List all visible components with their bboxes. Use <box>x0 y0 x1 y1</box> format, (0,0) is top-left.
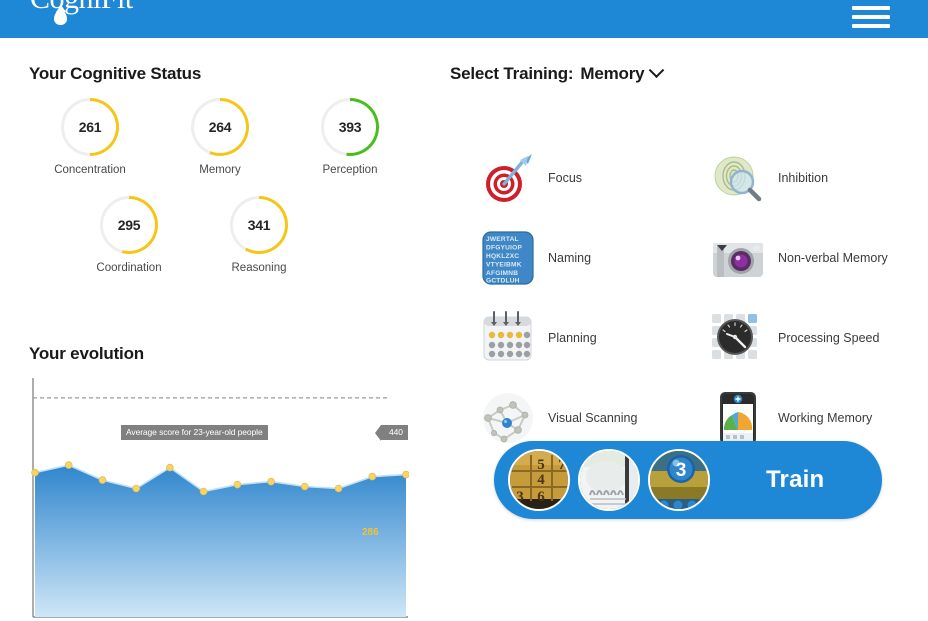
training-item-focus[interactable]: Focus <box>480 138 698 218</box>
hamburger-bar <box>852 15 890 19</box>
selected-training-value: Memory <box>580 64 645 83</box>
right-column: Select Training: Memory Focus Inhibition… <box>440 38 928 621</box>
evolution-chart: Average score for 23-year-old people 440 <box>29 374 409 621</box>
smartphone-chart-icon <box>710 390 766 446</box>
select-training-label: Select Training: <box>450 64 574 83</box>
svg-text:4: 4 <box>537 472 545 488</box>
gauge-label: Perception <box>322 164 378 176</box>
gauge-value: 261 <box>78 119 102 135</box>
average-score-label: Average score for 23-year-old people <box>121 425 268 440</box>
chart-data-point <box>402 470 409 479</box>
left-column: Your Cognitive Status 261 Concentration … <box>0 38 440 621</box>
hamburger-bar <box>852 6 890 10</box>
svg-text:7: 7 <box>558 457 566 473</box>
gauge-reasoning[interactable]: 341 Reasoning <box>211 195 307 276</box>
page-title-evolution: Your evolution <box>29 344 144 363</box>
gauge-ring: 295 <box>100 195 158 254</box>
speedometer-icon <box>710 310 766 366</box>
training-item-label: Naming <box>548 250 592 265</box>
chart-data-point <box>199 487 208 496</box>
svg-text:5: 5 <box>537 457 545 473</box>
magnifier-fingerprint-icon <box>710 150 766 206</box>
chart-data-point <box>300 482 309 491</box>
gauge-row-1: 261 Concentration 264 Memory 393 Percept… <box>0 98 440 178</box>
gauge-value: 341 <box>247 216 271 233</box>
training-item-naming[interactable]: JWERTAL DFGYUIOP HQKLZXC VTYEIBMK AFGIMN… <box>480 218 698 298</box>
gauge-ring: 261 <box>61 98 119 156</box>
training-item-label: Inhibition <box>778 170 829 185</box>
last-score-label: 286 <box>362 527 379 538</box>
training-item-label: Focus <box>548 170 583 185</box>
training-item-label: Processing Speed <box>778 330 880 345</box>
chart-data-point <box>233 480 242 489</box>
svg-text:JWERTAL: JWERTAL <box>486 236 519 243</box>
gauge-row-2: 295 Coordination 341 Reasoning <box>0 195 440 276</box>
spiral-notebook-game-thumbnail[interactable] <box>578 449 640 511</box>
chart-data-point <box>64 461 73 469</box>
gauge-value: 295 <box>117 216 141 233</box>
gauge-label: Concentration <box>54 164 126 176</box>
app-logo: CogniFit <box>30 0 133 16</box>
camera-icon <box>710 230 766 286</box>
gauge-concentration[interactable]: 261 Concentration <box>42 98 138 178</box>
hamburger-bar <box>852 24 890 28</box>
training-item-inhibition[interactable]: Inhibition <box>710 138 928 218</box>
logo-drop-icon <box>54 10 67 25</box>
training-grid: Focus Inhibition JWERTAL DFGYUIOP HQKLZX… <box>480 138 928 458</box>
svg-text:HQKLZXC: HQKLZXC <box>486 253 519 260</box>
training-item-label: Non-verbal Memory <box>778 250 888 265</box>
svg-text:AFGIMNB: AFGIMNB <box>486 270 518 277</box>
gauge-ring: 341 <box>230 195 288 254</box>
hamburger-menu-icon[interactable] <box>852 2 890 32</box>
wooden-number-grid-game-thumbnail[interactable]: 5 7 4 3 6 <box>508 449 570 511</box>
chart-data-point <box>368 472 377 481</box>
chart-data-point <box>98 476 107 484</box>
train-button[interactable]: 5 7 4 3 6 3 Train <box>494 441 882 519</box>
chart-data-point <box>334 484 343 493</box>
app-header: CogniFit <box>0 0 928 38</box>
training-item-label: Visual Scanning <box>548 410 638 425</box>
chart-data-point <box>166 463 174 472</box>
letter-grid-icon: JWERTAL DFGYUIOP HQKLZXC VTYEIBMK AFGIMN… <box>480 230 536 286</box>
chart-data-point <box>132 484 140 493</box>
training-item-processing-speed[interactable]: Processing Speed <box>710 298 928 378</box>
node-network-icon <box>480 390 536 446</box>
svg-text:GCTDLUH: GCTDLUH <box>486 278 520 285</box>
gauge-label: Coordination <box>96 261 162 274</box>
gauge-label: Reasoning <box>231 261 287 274</box>
gauge-memory[interactable]: 264 Memory <box>172 98 268 178</box>
chart-data-point <box>267 477 275 486</box>
gauge-grid: 261 Concentration 264 Memory 393 Percept… <box>0 98 440 276</box>
train-button-label: Train <box>766 466 825 493</box>
chart-data-point <box>31 468 39 477</box>
blue-ball-three-game-thumbnail[interactable]: 3 <box>648 449 710 511</box>
select-training-header[interactable]: Select Training: Memory <box>450 61 665 84</box>
gauge-value: 393 <box>338 119 362 135</box>
svg-text:6: 6 <box>537 489 545 505</box>
average-score-badge: 440 <box>375 425 408 441</box>
chevron-down-icon[interactable] <box>649 61 665 78</box>
gauge-value: 264 <box>208 119 232 135</box>
training-item-non-verbal-memory[interactable]: Non-verbal Memory <box>710 218 928 298</box>
gauge-perception[interactable]: 393 Perception <box>302 98 398 178</box>
calendar-dots-icon <box>480 310 536 366</box>
dart-target-icon <box>480 150 536 206</box>
svg-text:3: 3 <box>516 489 524 505</box>
svg-text:DFGYUIOP: DFGYUIOP <box>486 245 522 252</box>
svg-text:VTYEIBMK: VTYEIBMK <box>486 262 522 269</box>
gauge-label: Memory <box>199 164 241 176</box>
gauge-coordination[interactable]: 295 Coordination <box>81 195 177 276</box>
gauge-ring: 264 <box>191 98 249 156</box>
page-title-cognitive-status: Your Cognitive Status <box>29 64 202 83</box>
training-item-label: Working Memory <box>778 410 873 425</box>
training-item-label: Planning <box>548 330 597 345</box>
evolution-chart-svg <box>31 378 409 618</box>
gauge-ring: 393 <box>321 98 379 156</box>
training-item-planning[interactable]: Planning <box>480 298 698 378</box>
svg-text:3: 3 <box>676 460 687 481</box>
page-body: Your Cognitive Status 261 Concentration … <box>0 38 928 621</box>
